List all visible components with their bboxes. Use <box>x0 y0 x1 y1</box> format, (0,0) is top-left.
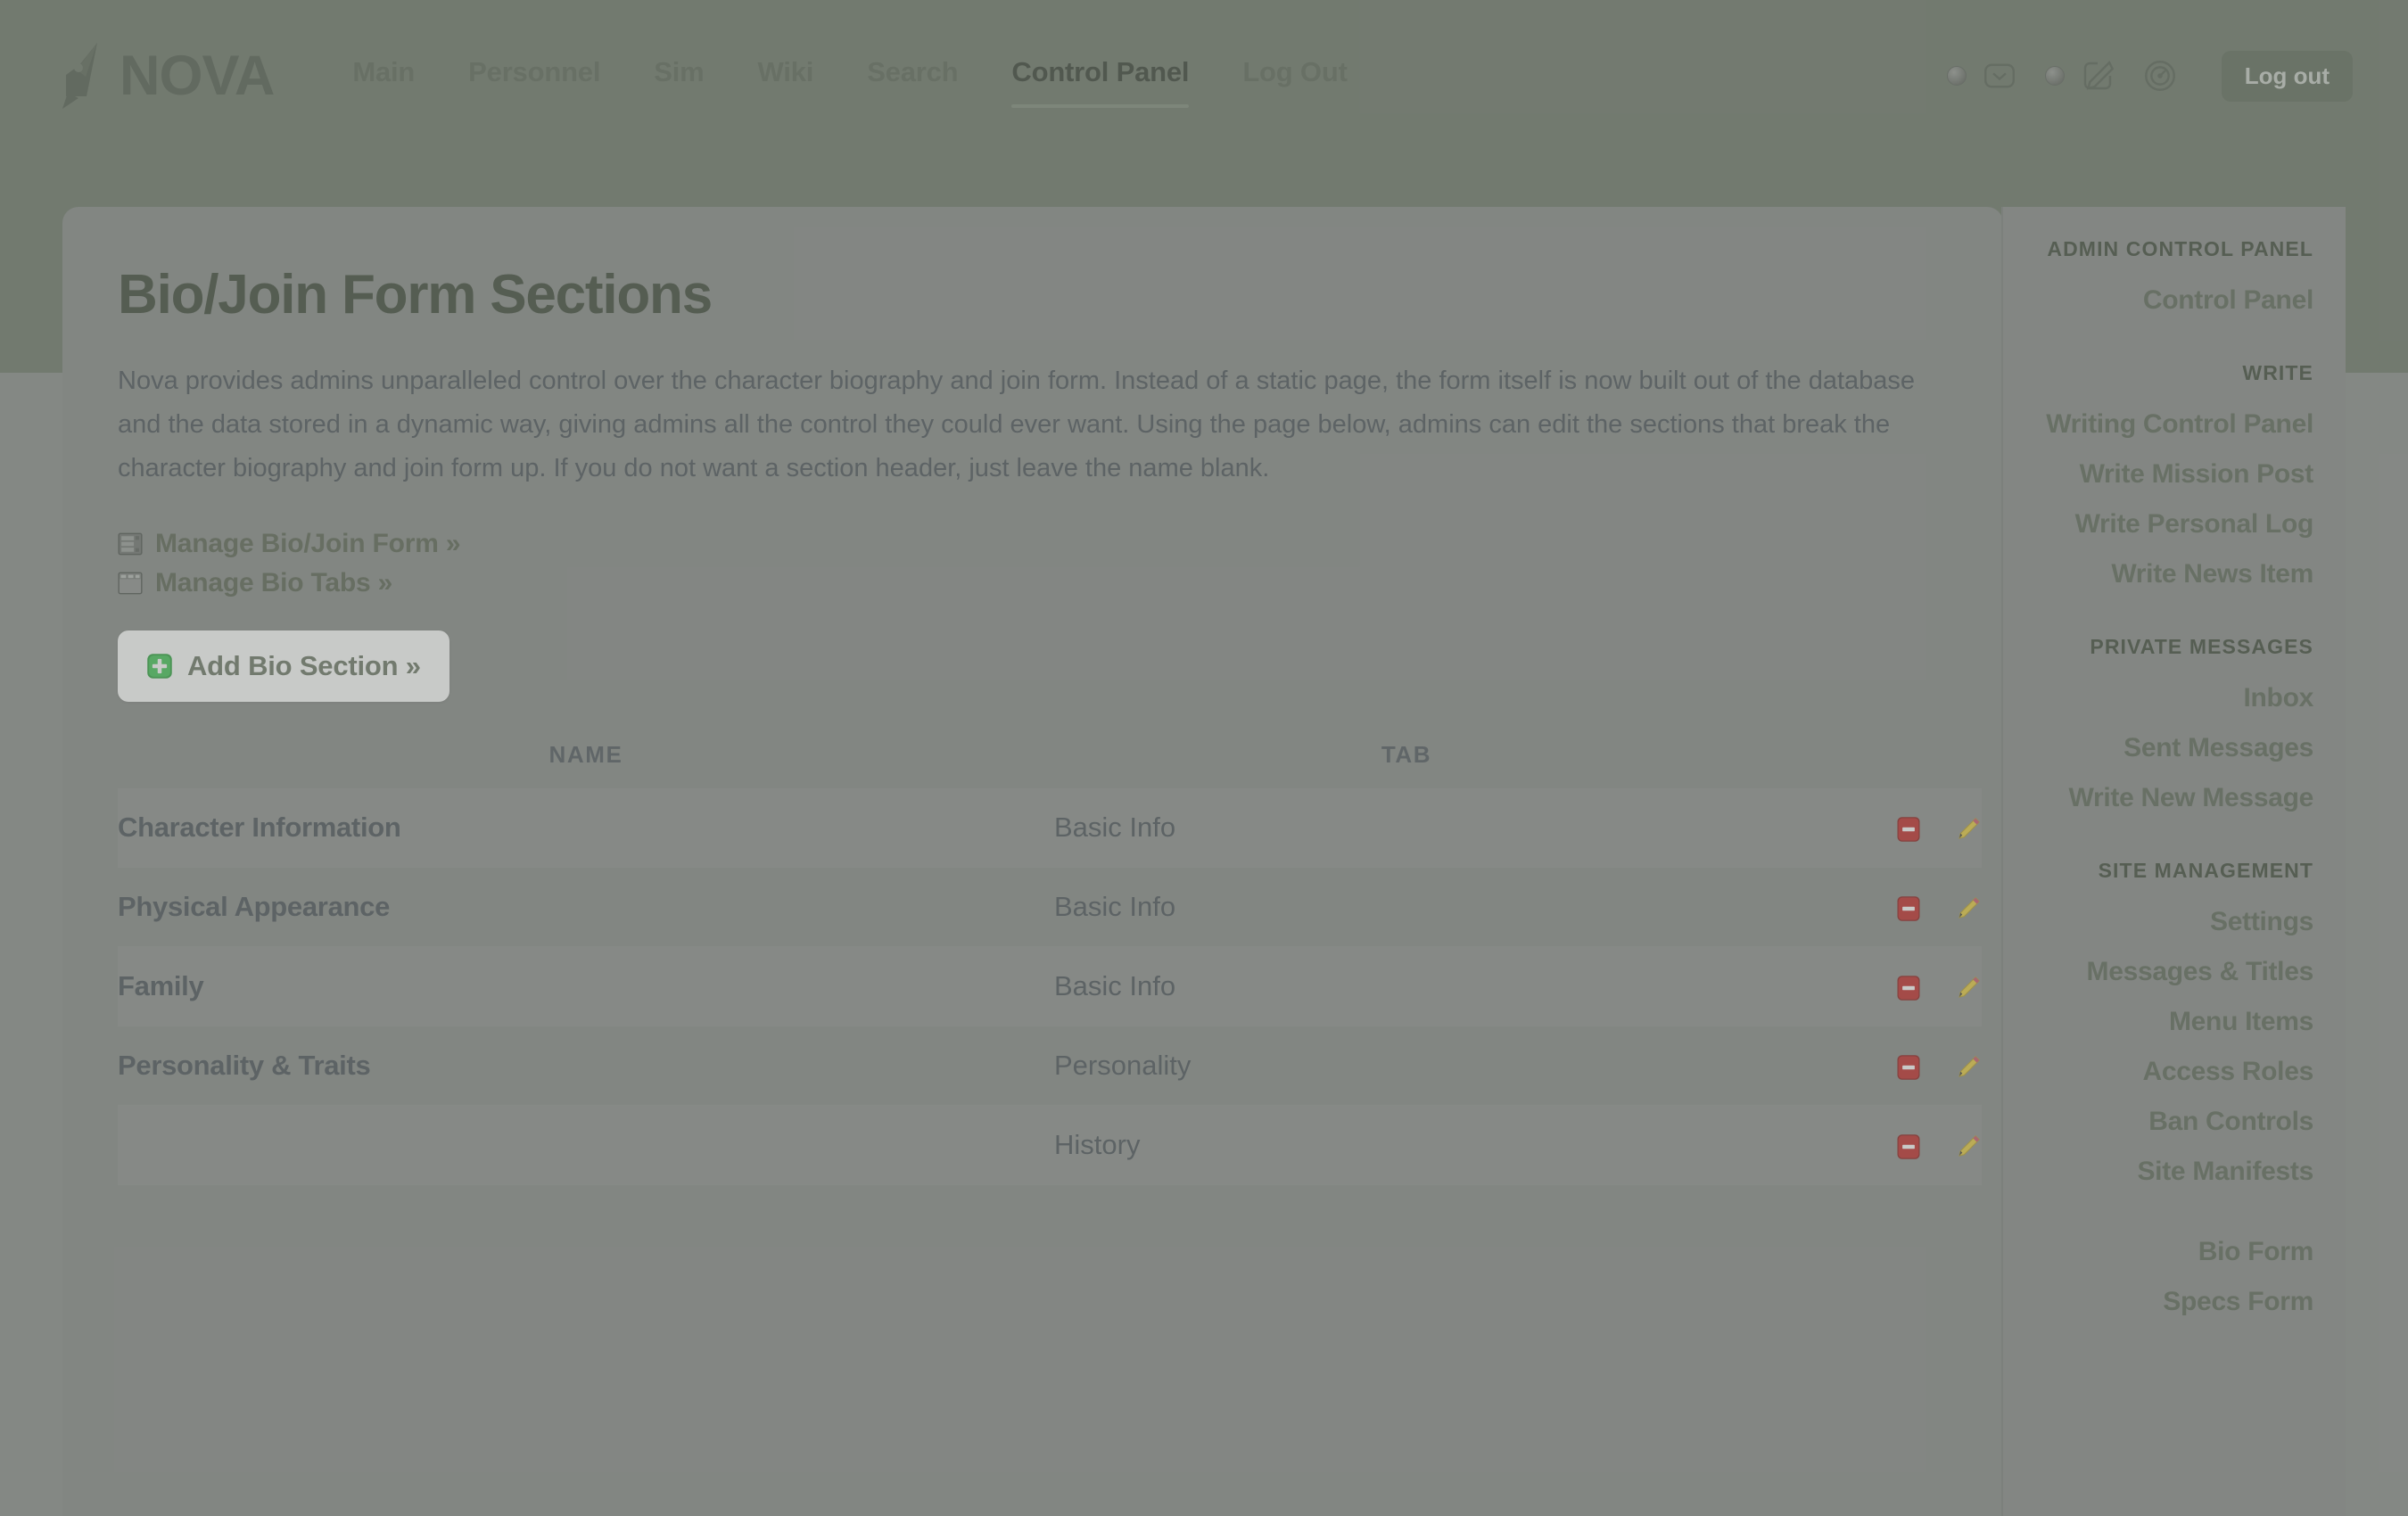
row-name: Physical Appearance <box>118 867 1054 948</box>
sidebar-item-write-news-item[interactable]: Write News Item <box>2019 549 2313 599</box>
edit-pencil-icon[interactable] <box>1955 1133 1982 1160</box>
row-tab: History <box>1054 1105 1759 1186</box>
sidebar-item-settings[interactable]: Settings <box>2019 897 2313 947</box>
row-name: Family <box>118 946 1054 1027</box>
sidebar-item-sent-messages[interactable]: Sent Messages <box>2019 723 2313 773</box>
sidebar-item-control-panel[interactable]: Control Panel <box>2019 276 2313 325</box>
sidebar-item-bio-form[interactable]: Bio Form <box>2019 1227 2314 1277</box>
tabs-icon <box>118 572 143 595</box>
form-layout-icon <box>118 532 143 556</box>
delete-icon[interactable] <box>1895 816 1922 843</box>
table-row: Family Basic Info <box>118 946 1982 1027</box>
admin-sidebar: ADMIN CONTROL PANEL Control Panel WRITE … <box>2001 207 2346 1516</box>
sidebar-heading-admin-control-panel: ADMIN CONTROL PANEL <box>2047 237 2313 260</box>
nav-item-sim[interactable]: Sim <box>627 44 730 108</box>
delete-icon[interactable] <box>1895 895 1922 922</box>
sidebar-group-forms: Bio Form Specs Form <box>2019 1227 2313 1327</box>
nav-item-search[interactable]: Search <box>840 44 985 108</box>
content-card: Bio/Join Form Sections Nova provides adm… <box>62 207 2003 1516</box>
column-header-actions <box>1759 732 1982 788</box>
site-header: NOVA Main Personnel Sim Wiki Search Cont… <box>0 0 2408 152</box>
sidebar-group-private-messages: PRIVATE MESSAGES Inbox Sent Messages Wri… <box>2019 605 2314 823</box>
main-nav: Main Personnel Sim Wiki Search Control P… <box>326 44 1946 108</box>
row-actions <box>1759 867 1982 948</box>
table-row: History <box>118 1105 1982 1186</box>
sidebar-item-access-roles[interactable]: Access Roles <box>2019 1047 2313 1097</box>
row-tab: Basic Info <box>1054 867 1759 948</box>
edit-pencil-icon[interactable] <box>1955 816 1982 843</box>
delete-icon[interactable] <box>1895 1054 1922 1081</box>
edit-pencil-icon[interactable] <box>1955 895 1982 922</box>
nav-item-control-panel[interactable]: Control Panel <box>985 44 1216 108</box>
sidebar-item-specs-form[interactable]: Specs Form <box>2019 1277 2313 1327</box>
sidebar-item-writing-control-panel[interactable]: Writing Control Panel <box>2019 400 2313 449</box>
sidebar-heading-private-messages: PRIVATE MESSAGES <box>2090 635 2313 658</box>
sidebar-group-write: WRITE Writing Control Panel Write Missio… <box>2019 331 2313 599</box>
nav-item-log-out[interactable]: Log Out <box>1216 44 1373 108</box>
sidebar-group-admin-control-panel: ADMIN CONTROL PANEL Control Panel <box>2019 207 2313 325</box>
table-row: Character Information Basic Info <box>118 788 1982 869</box>
table-row: Personality & Traits Personality <box>118 1026 1982 1107</box>
add-bio-section-label: Add Bio Section » <box>187 650 421 682</box>
edit-pencil-icon[interactable] <box>1955 975 1982 1001</box>
sidebar-item-inbox[interactable]: Inbox <box>2019 673 2314 723</box>
logo-text: NOVA <box>120 44 275 107</box>
delete-icon[interactable] <box>1895 1133 1922 1160</box>
sidebar-item-write-personal-log[interactable]: Write Personal Log <box>2019 499 2314 549</box>
write-status-dot <box>2044 66 2065 86</box>
nav-item-main[interactable]: Main <box>326 44 441 108</box>
sidebar-group-site-management: SITE MANAGEMENT Settings Messages & Titl… <box>2019 828 2314 1197</box>
add-bio-section-button[interactable]: Add Bio Section » <box>118 630 449 703</box>
row-actions <box>1759 946 1982 1027</box>
row-name <box>118 1105 1054 1186</box>
page-intro-text: Nova provides admins unparalleled contro… <box>118 367 1916 482</box>
dashboard-icon[interactable] <box>2140 55 2181 96</box>
column-header-tab: TAB <box>1381 741 1432 769</box>
row-actions <box>1759 788 1982 869</box>
manage-bio-tabs-link[interactable]: Manage Bio Tabs » <box>118 568 392 598</box>
row-name: Character Information <box>118 788 1054 869</box>
column-header-name: NAME <box>548 741 623 769</box>
sidebar-item-write-new-message[interactable]: Write New Message <box>2019 773 2314 823</box>
manage-bio-join-form-link[interactable]: Manage Bio/Join Form » <box>118 529 461 559</box>
table-header-row: NAME TAB <box>118 732 1982 788</box>
edit-pencil-icon[interactable] <box>1955 1054 1982 1081</box>
site-logo[interactable]: NOVA <box>55 41 275 111</box>
row-actions <box>1759 1026 1982 1107</box>
page-root: NOVA Main Personnel Sim Wiki Search Cont… <box>0 0 2408 1516</box>
row-name: Personality & Traits <box>118 1026 1054 1107</box>
sidebar-item-messages-and-titles[interactable]: Messages & Titles <box>2019 947 2314 997</box>
bio-sections-table: NAME TAB Character Information Basic Inf… <box>118 732 1982 1186</box>
row-tab: Personality <box>1054 1026 1759 1107</box>
messages-icon[interactable] <box>1979 55 2020 96</box>
sidebar-item-write-mission-post[interactable]: Write Mission Post <box>2019 449 2314 499</box>
pen-nib-icon <box>62 43 97 109</box>
table-row: Physical Appearance Basic Info <box>118 867 1982 948</box>
delete-icon[interactable] <box>1895 975 1922 1001</box>
header-tools: Log out <box>1946 50 2353 102</box>
sidebar-item-menu-items[interactable]: Menu Items <box>2019 997 2313 1047</box>
table-header: NAME TAB <box>118 732 1982 788</box>
write-icon[interactable] <box>2077 55 2118 96</box>
sidebar-heading-write: WRITE <box>2242 361 2313 384</box>
plus-square-icon <box>147 654 172 679</box>
manage-bio-join-form-label: Manage Bio/Join Form » <box>155 529 461 559</box>
table-body: Character Information Basic Info Physica… <box>118 788 1982 1186</box>
sidebar-heading-site-management: SITE MANAGEMENT <box>2098 859 2313 882</box>
messages-status-dot <box>1946 66 1967 86</box>
row-tab: Basic Info <box>1054 946 1759 1027</box>
row-actions <box>1759 1105 1982 1186</box>
manage-bio-tabs-label: Manage Bio Tabs » <box>155 568 393 598</box>
logout-button[interactable]: Log out <box>2221 50 2353 102</box>
page-title: Bio/Join Form Sections <box>118 264 713 325</box>
row-tab: Basic Info <box>1054 788 1759 869</box>
nav-item-personnel[interactable]: Personnel <box>441 44 627 108</box>
sidebar-item-site-manifests[interactable]: Site Manifests <box>2019 1147 2313 1197</box>
nav-item-wiki[interactable]: Wiki <box>731 44 841 108</box>
sidebar-item-ban-controls[interactable]: Ban Controls <box>2019 1097 2313 1147</box>
